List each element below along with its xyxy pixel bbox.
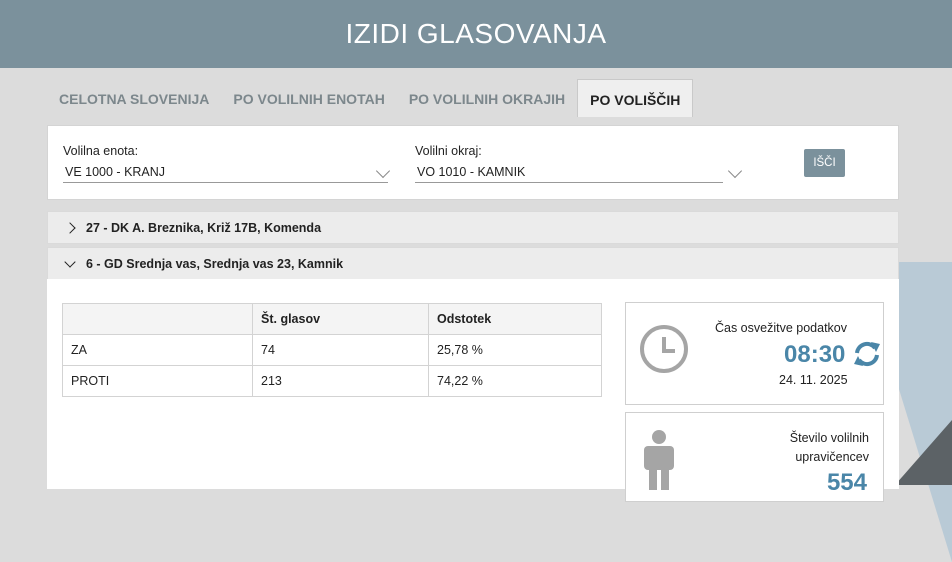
refresh-time-card: Čas osvežitve podatkov 08:30 24. 11. 202… [625,302,884,405]
okraj-label: Volilni okraj: [415,144,482,158]
results-table: Št. glasov Odstotek ZA 74 25,78 % PROTI … [62,303,602,397]
chevron-right-icon [64,221,76,234]
tab-po-volilnih-enotah[interactable]: PO VOLILNIH ENOTAH [221,79,396,117]
enota-select[interactable]: VE 1000 - KRANJ [63,163,391,183]
table-row: PROTI 213 74,22 % [62,365,602,397]
table-header: Št. glasov [252,303,429,335]
chevron-down-icon [727,163,743,179]
table-cell: 213 [252,365,429,397]
clock-icon [640,325,688,373]
tab-po-volilnih-okrajih[interactable]: PO VOLILNIH OKRAJIH [397,79,577,117]
table-row: ZA 74 25,78 % [62,334,602,366]
chevron-down-icon [375,163,391,179]
enota-label: Volilna enota: [63,144,139,158]
table-cell: 25,78 % [428,334,602,366]
voters-label-line1: Število volilnih [789,431,869,445]
refresh-icon[interactable] [852,340,882,368]
voters-label-line2: upravičencev [795,450,869,464]
refresh-time: 08:30 [784,341,846,368]
table-header: Odstotek [428,303,602,335]
search-button[interactable]: IŠČI [804,149,845,177]
station-row-collapsed[interactable]: 27 - DK A. Breznika, Križ 17B, Komenda [47,211,899,244]
refresh-date: 24. 11. 2025 [779,373,848,387]
table-cell: ZA [62,334,253,366]
voters-count: 554 [826,469,867,496]
station-results-panel: Št. glasov Odstotek ZA 74 25,78 % PROTI … [47,279,899,502]
header-bar: IZIDI GLASOVANJA [0,0,952,68]
okraj-value: VO 1010 - KAMNIK [417,165,526,179]
chevron-down-icon [64,255,76,268]
tab-bar: CELOTNA SLOVENIJA PO VOLILNIH ENOTAH PO … [47,79,694,117]
voters-card: Število volilnih upravičencev 554 [625,412,884,502]
table-header-row: Št. glasov Odstotek [62,303,602,335]
station-row-expanded[interactable]: 6 - GD Srednja vas, Srednja vas 23, Kamn… [47,247,899,280]
okraj-select[interactable]: VO 1010 - KAMNIK [415,163,743,183]
table-cell: 74 [252,334,429,366]
station-title: 27 - DK A. Breznika, Križ 17B, Komenda [86,220,322,235]
filter-panel: Volilna enota: VE 1000 - KRANJ Volilni o… [47,125,899,200]
station-title: 6 - GD Srednja vas, Srednja vas 23, Kamn… [86,256,344,271]
background-shape-dark [895,420,952,485]
enota-value: VE 1000 - KRANJ [65,165,166,179]
table-cell: 74,22 % [428,365,602,397]
refresh-label: Čas osvežitve podatkov [714,321,847,335]
tab-po-voliscih[interactable]: PO VOLIŠČIH [577,79,694,117]
page-title: IZIDI GLASOVANJA [345,18,607,49]
table-header [62,303,253,335]
tab-celotna-slovenija[interactable]: CELOTNA SLOVENIJA [47,79,221,117]
person-icon [644,430,674,490]
table-cell: PROTI [62,365,253,397]
